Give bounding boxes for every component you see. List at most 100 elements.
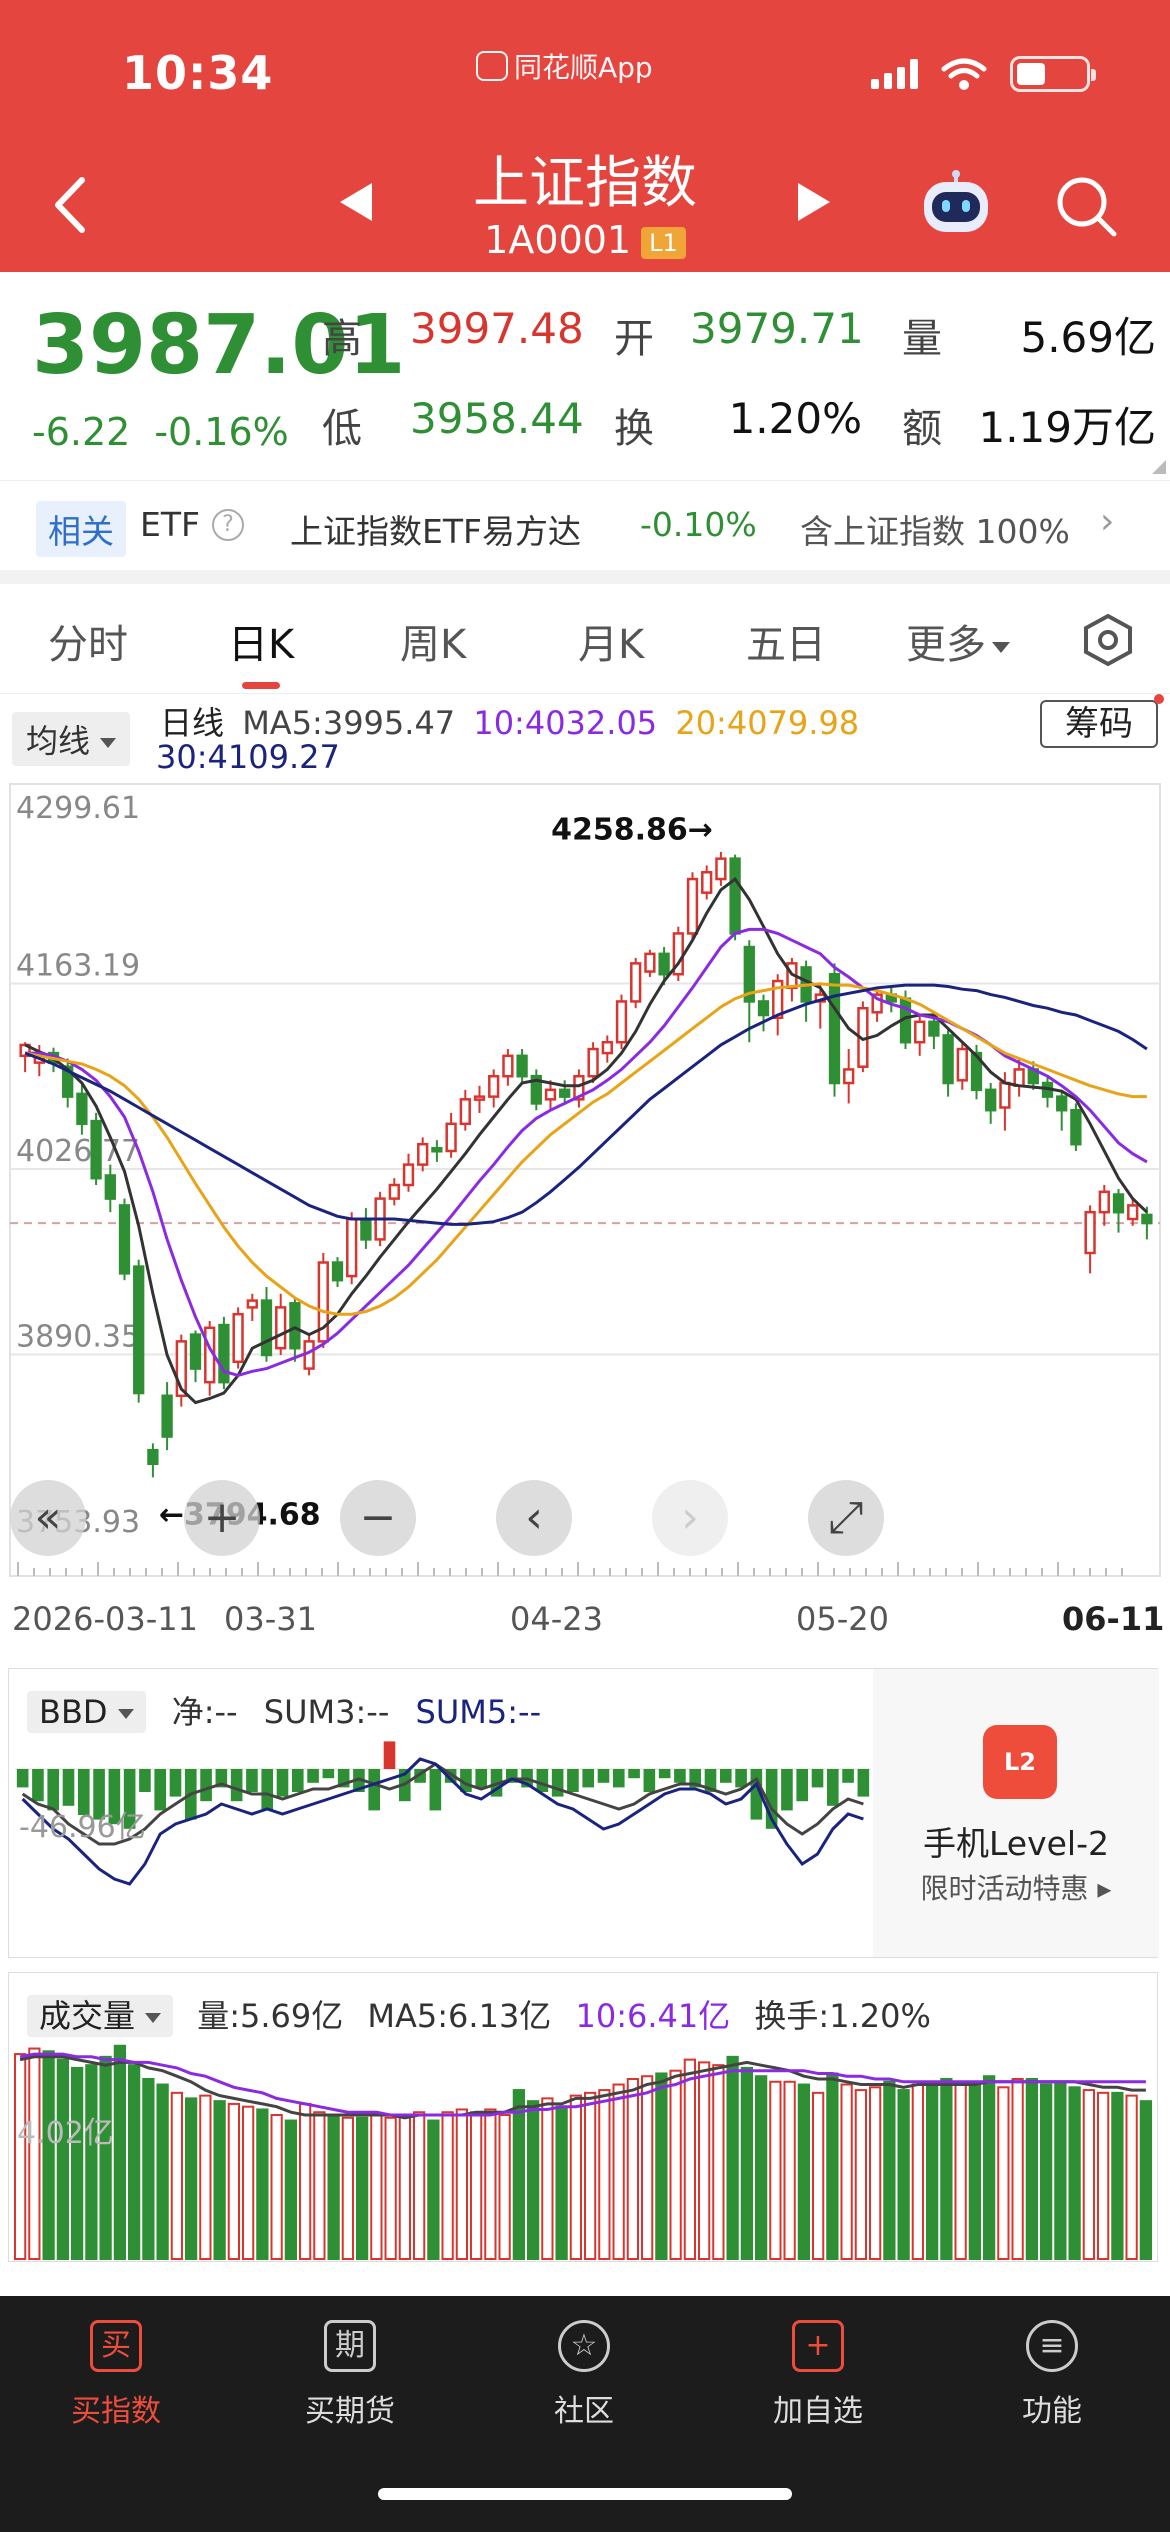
volume-bar bbox=[640, 2075, 654, 2260]
amount-value: 1.19万亿 bbox=[978, 403, 1156, 452]
volume-bar bbox=[170, 2091, 184, 2260]
nav-buy-futures[interactable]: 期 买期货 bbox=[260, 2320, 440, 2430]
candle bbox=[459, 1098, 471, 1126]
chart-frame bbox=[9, 783, 1161, 1577]
volume-bar bbox=[512, 2089, 526, 2260]
candle bbox=[445, 1122, 457, 1153]
bbd-selector[interactable]: BBD bbox=[27, 1691, 146, 1733]
volume-bar bbox=[669, 2069, 682, 2260]
level2-promo-card[interactable]: L2 手机Level-2 限时活动特惠 ▸ bbox=[873, 1669, 1159, 1957]
level2-title: 手机Level-2 bbox=[922, 1824, 1109, 1863]
bbd-bar bbox=[16, 1769, 29, 1788]
related-etf-row[interactable]: 相关 ETF ? 上证指数ETF易方达 -0.10% 含上证指数 100% › bbox=[0, 480, 1170, 570]
bbd-bar bbox=[322, 1769, 335, 1779]
candle bbox=[90, 1119, 102, 1180]
volume-bar bbox=[1039, 2083, 1053, 2260]
volume-bar bbox=[213, 2100, 226, 2260]
volume-bar bbox=[227, 2102, 241, 2260]
status-app-label: 同花顺App bbox=[514, 51, 653, 84]
volume-panel[interactable]: 4.02亿 成交量 量:5.69亿 MA5:6.13亿 10:6.41亿 换手:… bbox=[8, 1972, 1158, 2262]
candle bbox=[118, 1204, 131, 1275]
tab-monthly-k[interactable]: 月K bbox=[578, 612, 644, 670]
volume-bar bbox=[156, 2083, 169, 2260]
indicator-selector[interactable]: 均线 bbox=[12, 712, 131, 766]
candle bbox=[502, 1054, 514, 1078]
zoom-out-button[interactable]: − bbox=[340, 1480, 416, 1556]
scroll-right-button[interactable]: › bbox=[652, 1480, 728, 1556]
high-label: 高 bbox=[322, 316, 362, 362]
volume-bar bbox=[28, 2047, 41, 2260]
volume-bar bbox=[555, 2105, 568, 2260]
bbd-bar bbox=[368, 1769, 381, 1811]
tab-weekly-k[interactable]: 周K bbox=[400, 612, 466, 670]
expand-corner-icon[interactable] bbox=[1152, 460, 1166, 474]
quote-panel[interactable]: 3987.01 -6.22 -0.16% 高 3997.48 开 3979.71 … bbox=[0, 272, 1170, 480]
volume-selector[interactable]: 成交量 bbox=[27, 1995, 174, 2037]
candlestick-chart[interactable]: 4299.614163.194026.773890.353753.934258.… bbox=[0, 780, 1170, 1586]
home-indicator[interactable] bbox=[378, 2488, 792, 2500]
bbd-bar bbox=[567, 1769, 579, 1792]
volume-bar bbox=[769, 2080, 782, 2261]
status-time: 10:34 bbox=[122, 46, 274, 100]
candle bbox=[346, 1217, 358, 1278]
robot-assistant-icon[interactable] bbox=[918, 170, 994, 238]
scroll-left-button-glyph: ‹ bbox=[525, 1492, 543, 1543]
etf-name: 上证指数ETF易方达 bbox=[290, 512, 581, 551]
volume-bar bbox=[284, 2119, 298, 2260]
date-tick: 04-23 bbox=[510, 1600, 603, 1638]
level-badge: L1 bbox=[641, 226, 686, 259]
bbd-bar bbox=[139, 1769, 151, 1792]
chevron-right-icon: › bbox=[1100, 501, 1115, 542]
help-icon[interactable]: ? bbox=[212, 509, 244, 541]
volume-bar bbox=[1125, 2094, 1138, 2260]
search-icon[interactable] bbox=[1052, 172, 1118, 238]
candle bbox=[417, 1142, 429, 1166]
scroll-left-fast-button[interactable]: « bbox=[10, 1480, 86, 1556]
bbd-panel[interactable]: -46.96亿 BBD 净:-- SUM3:-- SUM5:-- L2 手机Le… bbox=[8, 1668, 1159, 1958]
volume-bar bbox=[298, 2102, 312, 2260]
nav-add-watchlist[interactable]: + 加自选 bbox=[728, 2320, 908, 2430]
tab-daily-k[interactable]: 日K bbox=[228, 612, 294, 670]
volume-bar bbox=[897, 2089, 910, 2260]
candle bbox=[1056, 1095, 1068, 1112]
volume-bar bbox=[712, 2064, 725, 2261]
zoom-out-button-glyph: − bbox=[360, 1492, 397, 1543]
tab-intraday[interactable]: 分时 bbox=[48, 612, 128, 670]
nav-label: 功能 bbox=[1022, 2394, 1082, 2429]
community-star-icon: ☆ bbox=[558, 2320, 610, 2372]
volume-bar bbox=[241, 2105, 255, 2260]
fullscreen-button[interactable]: ⤢ bbox=[808, 1480, 884, 1556]
volume-bar bbox=[70, 2066, 84, 2260]
nav-community[interactable]: ☆ 社区 bbox=[494, 2320, 674, 2430]
bbd-bar bbox=[628, 1769, 640, 1779]
next-stock-button[interactable] bbox=[798, 183, 830, 221]
bbd-bar bbox=[842, 1769, 854, 1783]
zoom-in-button[interactable]: + bbox=[184, 1480, 260, 1556]
bbd-bar bbox=[261, 1769, 274, 1811]
volume-bar bbox=[270, 2114, 283, 2260]
chip-distribution-button[interactable]: 筹码 bbox=[1040, 700, 1158, 748]
open-value: 3979.71 bbox=[690, 304, 864, 353]
change-value: -6.22 bbox=[32, 410, 131, 454]
y-axis-label: 4299.61 bbox=[16, 791, 140, 826]
tab-more[interactable]: 更多 bbox=[906, 612, 1010, 670]
volume-bar bbox=[412, 2111, 426, 2260]
candle bbox=[331, 1261, 344, 1282]
tab-five-day[interactable]: 五日 bbox=[746, 612, 826, 670]
status-app-indicator[interactable]: 同花顺App bbox=[476, 46, 653, 86]
settings-hexagon-icon[interactable] bbox=[1080, 612, 1136, 668]
volume-bar bbox=[484, 2108, 497, 2260]
scroll-left-button[interactable]: ‹ bbox=[496, 1480, 572, 1556]
ma-line-ma5 bbox=[24, 876, 1148, 1405]
ma30-value: 30:4109.27 bbox=[156, 738, 340, 776]
nav-buy-index[interactable]: 买 买指数 bbox=[26, 2320, 206, 2430]
volume-bar bbox=[1111, 2091, 1124, 2260]
tab-more-label: 更多 bbox=[906, 622, 986, 668]
candle bbox=[630, 962, 642, 1003]
y-axis-label: 4163.19 bbox=[16, 949, 140, 984]
nav-functions[interactable]: ≡ 功能 bbox=[962, 2320, 1142, 2430]
candle bbox=[1098, 1190, 1110, 1214]
ma20-value: 20:4079.98 bbox=[675, 704, 860, 742]
volume-bar bbox=[569, 2094, 583, 2260]
bbd-net: 净:-- bbox=[171, 1693, 238, 1731]
